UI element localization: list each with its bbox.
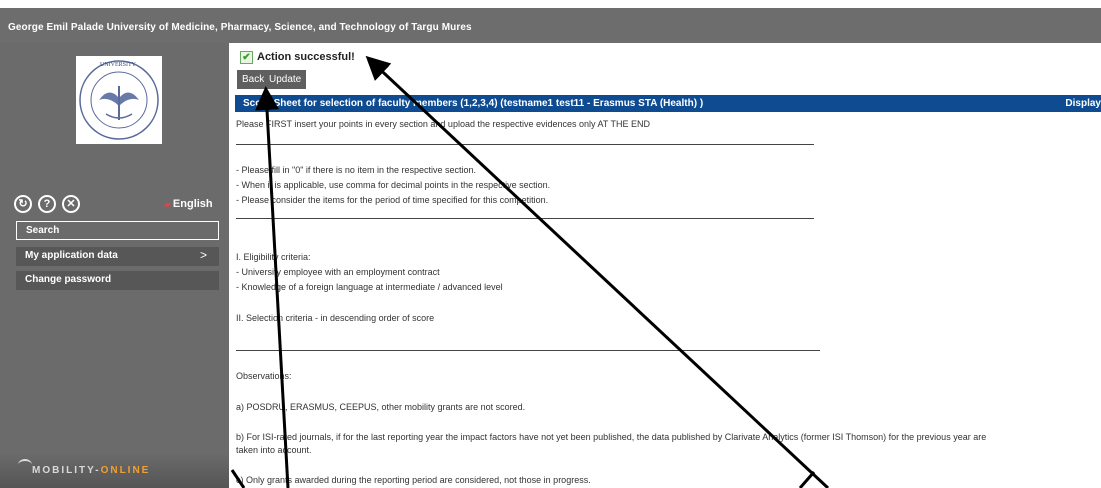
help-icon[interactable]: ? <box>38 195 56 213</box>
sidebar: UNIVERSITY ↻ ? ✕ ▰ English Search My appl… <box>0 43 229 488</box>
brand-part1: MOBILITY- <box>32 465 101 476</box>
university-logo: UNIVERSITY <box>76 56 162 144</box>
divider <box>236 350 820 351</box>
selection-criteria: II. Selection criteria - in descending o… <box>236 313 435 323</box>
update-button[interactable]: Update <box>264 70 307 89</box>
note-line: - When it is applicable, use comma for d… <box>236 180 551 190</box>
observations-title: Observations: <box>236 371 292 381</box>
language-selector[interactable]: ▰ English <box>164 198 213 210</box>
sidebar-item-change-password[interactable]: Change password <box>16 271 219 290</box>
score-sheet-title: Score Sheet for selection of faculty mem… <box>243 98 704 109</box>
close-icon[interactable]: ✕ <box>62 195 80 213</box>
language-label: English <box>172 198 213 210</box>
flag-icon: ▰ <box>164 199 171 209</box>
score-sheet-header: Score Sheet for selection of faculty mem… <box>235 95 1101 112</box>
brand-part2: ONLINE <box>100 465 151 476</box>
logo-text: UNIVERSITY <box>100 62 136 68</box>
observation-b: b) For ISI-rated journals, if for the la… <box>236 432 987 442</box>
mobility-online-logo: MOBILITY-ONLINE <box>0 453 229 488</box>
university-title: George Emil Palade University of Medicin… <box>8 22 472 33</box>
note-line: - Please consider the items for the peri… <box>236 195 549 205</box>
status-message: ✔ Action successful! <box>240 51 355 64</box>
eligibility-line: I. Eligibility criteria: <box>236 252 311 262</box>
divider <box>236 218 814 219</box>
sidebar-item-label: My application data <box>25 250 118 261</box>
checkmark-icon: ✔ <box>240 51 253 64</box>
divider <box>236 144 814 145</box>
display-link[interactable]: Display <box>1065 95 1101 112</box>
sidebar-item-search[interactable]: Search <box>16 221 219 240</box>
refresh-icon[interactable]: ↻ <box>14 195 32 213</box>
top-bar: George Emil Palade University of Medicin… <box>0 0 1101 43</box>
note-line: - Please fill in "0" if there is no item… <box>236 165 476 175</box>
chevron-right-icon: > <box>199 248 207 262</box>
sidebar-item-label: Change password <box>25 274 112 285</box>
arrow-stub <box>798 471 816 488</box>
sidebar-item-label: Search <box>26 225 60 236</box>
observation-c: c) Only grants awarded during the report… <box>236 475 591 485</box>
swoosh-icon <box>18 459 32 471</box>
observation-b-cont: taken into account. <box>236 445 312 455</box>
intro-text: Please FIRST insert your points in every… <box>236 119 651 129</box>
status-text: Action successful! <box>257 51 355 63</box>
eligibility-line: - University employee with an employment… <box>236 267 440 277</box>
observation-a: a) POSDRU, ERASMUS, CEEPUS, other mobili… <box>236 402 526 412</box>
eligibility-line: - Knowledge of a foreign language at int… <box>236 282 503 292</box>
sidebar-item-my-application-data[interactable]: My application data > <box>16 247 219 266</box>
